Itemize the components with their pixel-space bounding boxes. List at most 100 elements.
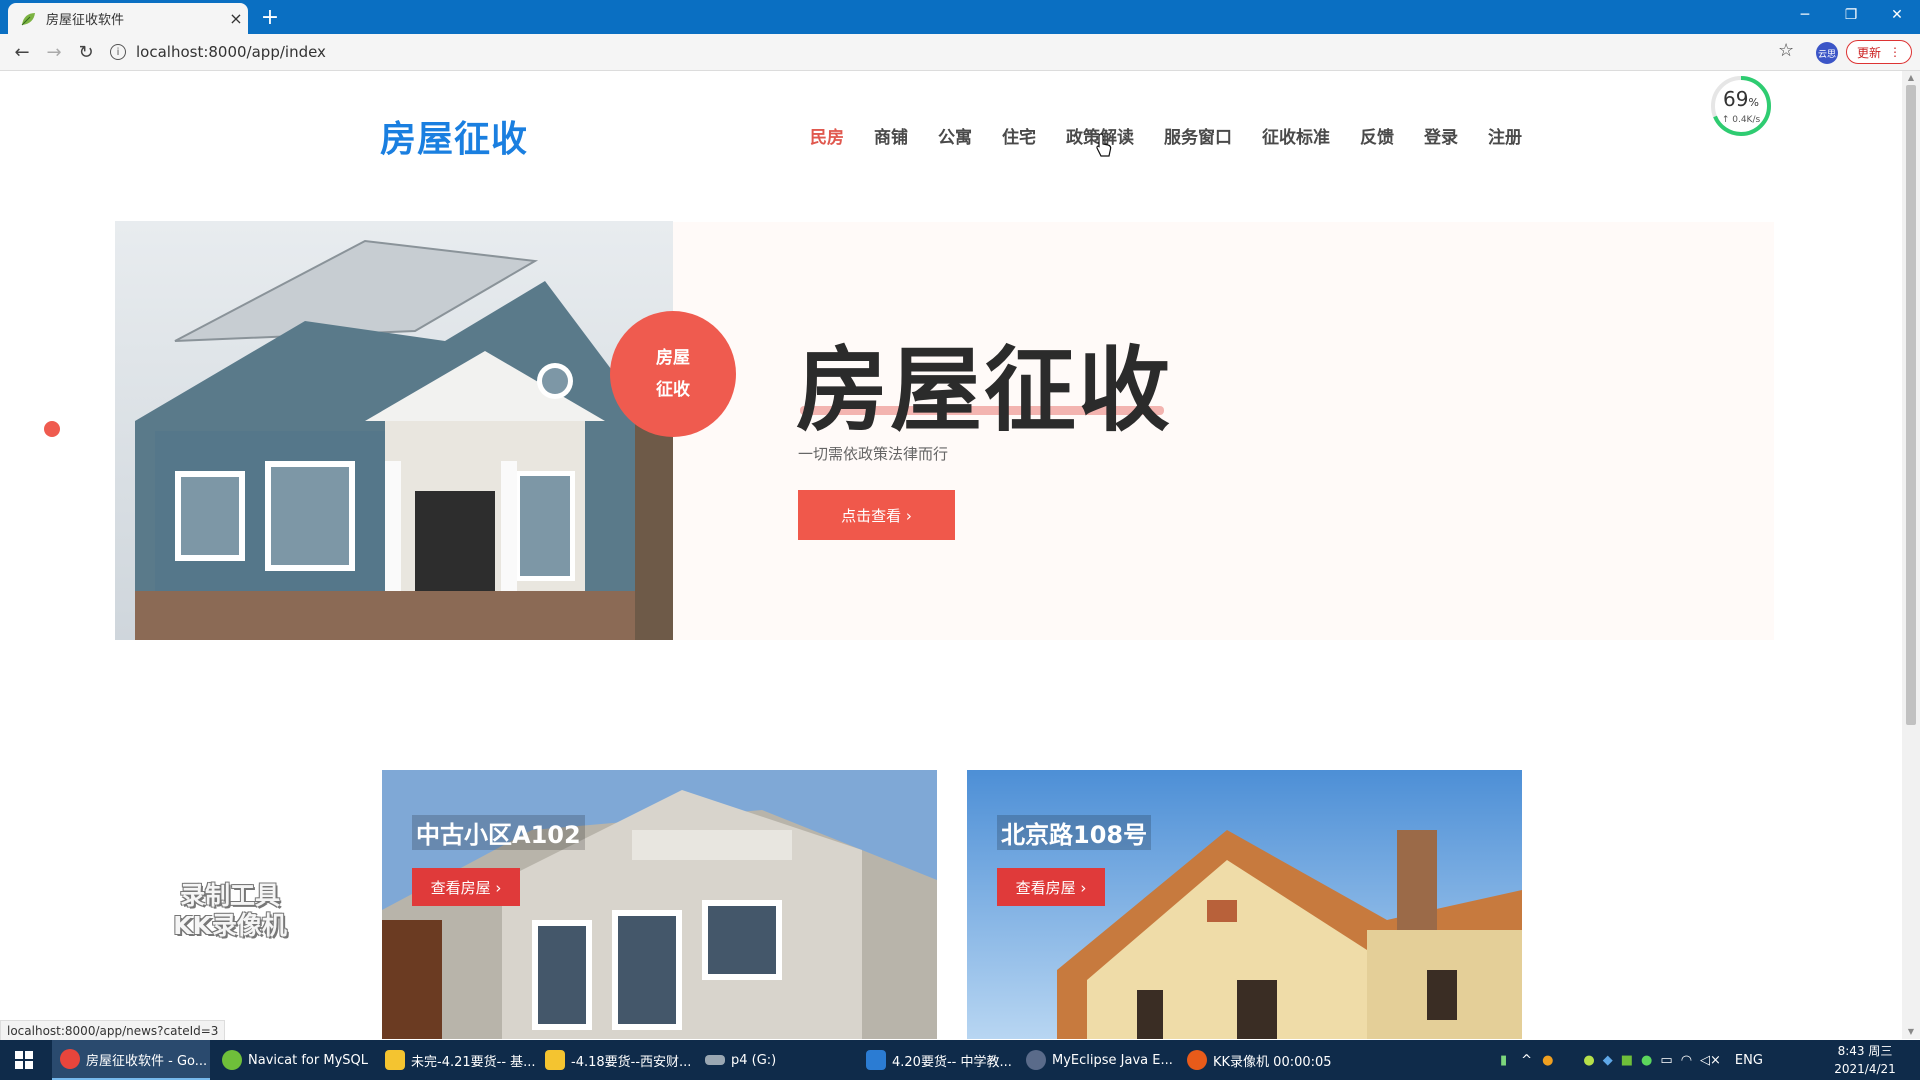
house-card-title: 中古小区A102 (412, 815, 585, 850)
tray-nvidia-icon[interactable]: ■ (1621, 1053, 1633, 1068)
hand-cursor-icon (1096, 133, 1112, 157)
view-house-button[interactable]: 查看房屋 › (412, 868, 520, 906)
nav-item-login[interactable]: 登录 (1424, 123, 1458, 148)
tray-360-icon[interactable]: ● (1583, 1053, 1594, 1068)
clock-time: 8:43 周三 (1837, 1044, 1893, 1058)
speed-percent: 69% (1710, 87, 1772, 111)
taskbar-item-label: p4 (G:) (731, 1052, 777, 1068)
forward-icon[interactable]: → (42, 41, 66, 63)
house-card-title: 北京路108号 (997, 815, 1152, 850)
tray-expand-icon[interactable]: ^ (1521, 1053, 1532, 1068)
house-card[interactable]: 中古小区A102 查看房屋 › (382, 770, 937, 1039)
house-card[interactable]: 北京路108号 查看房屋 › (967, 770, 1522, 1039)
taskbar-item-label: MyEclipse Java E... (1052, 1052, 1173, 1068)
watermark-line1: 录制工具 (179, 881, 280, 910)
word-doc-icon (866, 1050, 886, 1070)
taskbar-item-label: -4.18要货--西安财... (571, 1054, 692, 1070)
hero-badge-line1: 房屋 (656, 348, 690, 368)
close-window-icon[interactable]: ✕ (1874, 0, 1920, 30)
input-language[interactable]: ENG (1735, 1053, 1763, 1068)
browser-tab-strip: 房屋征收软件 × + ─ ❐ ✕ (0, 0, 1920, 34)
taskbar-item-chrome[interactable]: 房屋征收软件 - Go... (52, 1040, 210, 1080)
navicat-icon (222, 1050, 242, 1070)
web-page: 房屋征收 民房 商铺 公寓 住宅 政策解读 服务窗口 征收标准 反馈 登录 注册… (0, 71, 1902, 1039)
hero-title: 房屋征收 (796, 337, 1173, 444)
taskbar-item-label: 4.20要货-- 中学教... (892, 1054, 1012, 1070)
scroll-down-icon[interactable]: ▼ (1906, 1027, 1916, 1036)
nav-item-standard[interactable]: 征收标准 (1262, 123, 1330, 148)
tray-shield-icon[interactable]: ◆ (1603, 1053, 1613, 1068)
page-scrollbar[interactable]: ▲ ▼ (1902, 71, 1920, 1039)
watermark-line2: KK录像机 (173, 911, 287, 940)
new-tab-button[interactable]: + (258, 5, 282, 30)
taskbar-item-label: 未完-4.21要货-- 基... (411, 1054, 536, 1070)
hero-view-button[interactable]: 点击查看 › (798, 490, 955, 540)
nav-item-gongyu[interactable]: 公寓 (938, 123, 972, 148)
taskbar-item-word[interactable]: 4.20要货-- 中学教... (866, 1040, 1012, 1080)
minimize-icon[interactable]: ─ (1782, 0, 1828, 30)
nav-item-service[interactable]: 服务窗口 (1164, 123, 1232, 148)
taskbar-item-myeclipse[interactable]: MyEclipse Java E... (1026, 1040, 1173, 1080)
windows-taskbar: 房屋征收软件 - Go... Navicat for MySQL 未完-4.21… (0, 1040, 1920, 1080)
tab-title: 房屋征收软件 (46, 13, 125, 28)
taskbar-item-kk-recorder[interactable]: KK录像机 00:00:05 (1187, 1040, 1332, 1080)
back-icon[interactable]: ← (10, 41, 34, 63)
taskbar-item-navicat[interactable]: Navicat for MySQL (222, 1040, 368, 1080)
chrome-icon (60, 1049, 80, 1069)
network-speed-widget: 69% ↑ 0.4K/s (1710, 75, 1772, 137)
bookmark-star-icon[interactable]: ☆ (1778, 40, 1794, 61)
hero-badge: 房屋 征收 (610, 311, 736, 437)
nav-item-feedback[interactable]: 反馈 (1360, 123, 1394, 148)
speed-percent-value: 69 (1723, 87, 1749, 111)
update-label: 更新 (1857, 45, 1882, 60)
site-logo[interactable]: 房屋征收 (380, 110, 528, 162)
tray-network-icon[interactable]: ▭ (1660, 1053, 1672, 1068)
drive-icon (705, 1055, 725, 1065)
taskbar-item-folder-2[interactable]: -4.18要货--西安财... (545, 1040, 691, 1080)
myeclipse-icon (1026, 1050, 1046, 1070)
browser-tab[interactable]: 房屋征收软件 × (8, 3, 248, 34)
windows-start-icon[interactable] (0, 1040, 48, 1080)
taskbar-item-drive[interactable]: p4 (G:) (705, 1040, 776, 1080)
system-clock[interactable]: 8:43 周三 2021/4/21 (1820, 1042, 1910, 1078)
nav-item-register[interactable]: 注册 (1488, 123, 1522, 148)
tray-app-icon[interactable]: ● (1542, 1053, 1553, 1068)
volume-mute-icon[interactable]: ◁× (1700, 1053, 1721, 1068)
tray-wechat-icon[interactable]: ● (1641, 1053, 1652, 1068)
restore-icon[interactable]: ❐ (1828, 0, 1874, 30)
scroll-up-icon[interactable]: ▲ (1906, 73, 1916, 82)
tab-close-icon[interactable]: × (224, 9, 248, 28)
recorder-watermark: 录制工具 KK录像机 (160, 881, 300, 941)
system-tray: ▮ ^ ● ● ◆ ■ ● ▭ ◠ ◁× ENG (1500, 1040, 1763, 1080)
nav-item-minfang[interactable]: 民房 (810, 123, 844, 148)
url-text: localhost:8000/app/index (136, 43, 326, 61)
clock-date: 2021/4/21 (1834, 1062, 1896, 1076)
browser-toolbar: ← → ↻ i localhost:8000/app/index ☆ 云思 更新… (0, 34, 1920, 71)
taskbar-item-folder-1[interactable]: 未完-4.21要货-- 基... (385, 1040, 536, 1080)
view-house-button[interactable]: 查看房屋 › (997, 868, 1105, 906)
recorder-icon (1187, 1050, 1207, 1070)
hero-subtitle: 一切需依政策法律而行 (798, 445, 949, 463)
wifi-icon[interactable]: ◠ (1681, 1053, 1692, 1068)
speed-rate: ↑ 0.4K/s (1721, 115, 1761, 125)
status-bar-url: localhost:8000/app/news?cateId=3 (0, 1020, 226, 1042)
reload-icon[interactable]: ↻ (74, 41, 98, 63)
taskbar-item-label: 房屋征收软件 - Go... (86, 1053, 208, 1069)
main-nav: 民房 商铺 公寓 住宅 政策解读 服务窗口 征收标准 反馈 登录 注册 (810, 123, 1552, 148)
nav-item-shangpu[interactable]: 商铺 (874, 123, 908, 148)
windows-logo-icon (15, 1051, 33, 1069)
speed-percent-unit: % (1748, 96, 1759, 109)
leaf-icon (21, 12, 35, 25)
battery-icon[interactable]: ▮ (1500, 1053, 1507, 1068)
info-icon[interactable]: i (110, 44, 126, 60)
taskbar-item-label: KK录像机 00:00:05 (1213, 1054, 1332, 1070)
update-button[interactable]: 更新 ⋮ (1846, 40, 1912, 64)
address-bar[interactable]: i localhost:8000/app/index (110, 38, 1790, 66)
extension-icon[interactable]: 云思 (1816, 42, 1838, 64)
scroll-thumb[interactable] (1906, 85, 1916, 725)
slider-dot[interactable] (44, 421, 60, 437)
hero-badge-line2: 征收 (656, 380, 690, 400)
nav-item-zhuzhai[interactable]: 住宅 (1002, 123, 1036, 148)
menu-kebab-icon: ⋮ (1889, 45, 1901, 59)
folder-icon (385, 1050, 405, 1070)
